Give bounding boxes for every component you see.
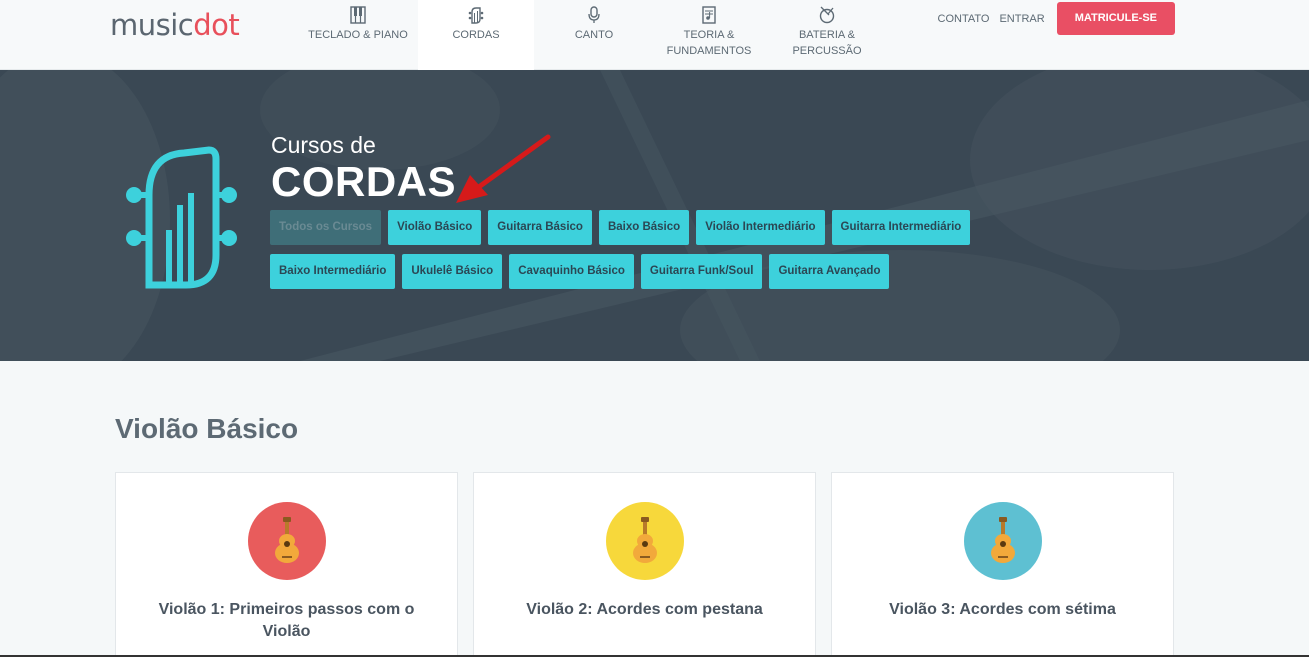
hero-subtitle: Cursos de bbox=[271, 132, 376, 158]
guitar-headstock-icon bbox=[126, 146, 237, 289]
nav-label: TEORIA & bbox=[683, 29, 735, 41]
tag-violao-intermediario[interactable]: Violão Intermediário bbox=[696, 210, 825, 245]
nav-item-teclado-piano[interactable]: TECLADO & PIANO bbox=[298, 0, 418, 70]
course-card-title: Violão 3: Acordes com sétima bbox=[889, 601, 1116, 618]
tag-cavaquinho-basico[interactable]: Cavaquinho Básico bbox=[509, 254, 634, 289]
course-card-title: Violão 1: Primeiros passos com o Violão bbox=[158, 601, 415, 640]
course-card-badge bbox=[963, 502, 1042, 580]
course-card-badge bbox=[605, 502, 684, 580]
site-header: music dot TECLADO & PIANO CORDAS CANTO T… bbox=[0, 0, 1309, 70]
logo-text-dot: dot bbox=[193, 8, 240, 42]
tag-guitarra-avancado[interactable]: Guitarra Avançado bbox=[769, 254, 890, 289]
tag-baixo-intermediario[interactable]: Baixo Intermediário bbox=[270, 254, 396, 289]
course-card-title: Violão 2: Acordes com pestana bbox=[526, 601, 763, 618]
nav-item-teoria-fundamentos[interactable]: TEORIA & FUNDAMENTOS bbox=[654, 0, 764, 70]
tag-guitarra-basico[interactable]: Guitarra Básico bbox=[488, 210, 592, 245]
nav-label: CORDAS bbox=[452, 29, 500, 41]
guitar-icon bbox=[632, 517, 657, 563]
guitar-icon bbox=[274, 517, 299, 563]
hero-banner: Cursos de CORDAS Todos os Cursos Violão … bbox=[0, 70, 1309, 361]
entrar-link[interactable]: ENTRAR bbox=[999, 13, 1044, 25]
course-card-badge bbox=[247, 502, 326, 580]
course-card[interactable]: Violão 1: Primeiros passos com o Violão bbox=[115, 472, 458, 657]
nav-label-line2: FUNDAMENTOS bbox=[666, 45, 752, 57]
logo-text-music: music bbox=[110, 8, 194, 42]
sheet-music-icon bbox=[702, 6, 716, 24]
header-actions: CONTATO ENTRAR MATRICULE-SE bbox=[928, 2, 1175, 35]
section-title: Violão Básico bbox=[115, 413, 299, 444]
contato-link[interactable]: CONTATO bbox=[938, 13, 990, 25]
matricule-se-button[interactable]: MATRICULE-SE bbox=[1056, 2, 1175, 35]
nav-label-line2: PERCUSSÃO bbox=[792, 45, 862, 57]
tag-guitarra-funk-soul[interactable]: Guitarra Funk/Soul bbox=[640, 254, 763, 289]
tag-violao-basico[interactable]: Violão Básico bbox=[388, 210, 482, 245]
tag-baixo-basico[interactable]: Baixo Básico bbox=[598, 210, 690, 245]
tag-todos-os-cursos[interactable]: Todos os Cursos bbox=[270, 210, 382, 245]
piano-icon bbox=[350, 6, 366, 24]
drum-icon bbox=[819, 6, 835, 24]
nav-label: TECLADO & PIANO bbox=[308, 29, 408, 41]
guitar-icon bbox=[990, 517, 1015, 563]
microphone-icon bbox=[588, 6, 600, 23]
tag-row-1: Todos os Cursos Violão Básico Guitarra B… bbox=[270, 210, 1010, 245]
main-nav: TECLADO & PIANO CORDAS CANTO TEORIA & FU… bbox=[298, 0, 890, 70]
nav-item-canto[interactable]: CANTO bbox=[534, 0, 654, 70]
red-arrow-annotation bbox=[456, 134, 551, 203]
nav-item-cordas[interactable]: CORDAS bbox=[418, 0, 534, 70]
guitar-headstock-icon bbox=[468, 7, 484, 24]
tag-ukulele-basico[interactable]: Ukulelê Básico bbox=[402, 254, 503, 289]
tag-guitarra-intermediario[interactable]: Guitarra Intermediário bbox=[831, 210, 971, 245]
hero-title: CORDAS bbox=[271, 158, 457, 205]
course-card[interactable]: Violão 2: Acordes com pestana bbox=[473, 472, 816, 657]
course-card[interactable]: Violão 3: Acordes com sétima bbox=[831, 472, 1174, 657]
course-filter-tags: Todos os Cursos Violão Básico Guitarra B… bbox=[270, 210, 1010, 298]
nav-label: CANTO bbox=[574, 29, 614, 41]
tag-row-2: Baixo Intermediário Ukulelê Básico Cavaq… bbox=[270, 254, 1010, 289]
nav-label: BATERIA & bbox=[798, 29, 856, 41]
nav-item-bateria-percussao[interactable]: BATERIA & PERCUSSÃO bbox=[764, 0, 890, 70]
musicdot-logo[interactable]: music dot bbox=[110, 8, 240, 42]
